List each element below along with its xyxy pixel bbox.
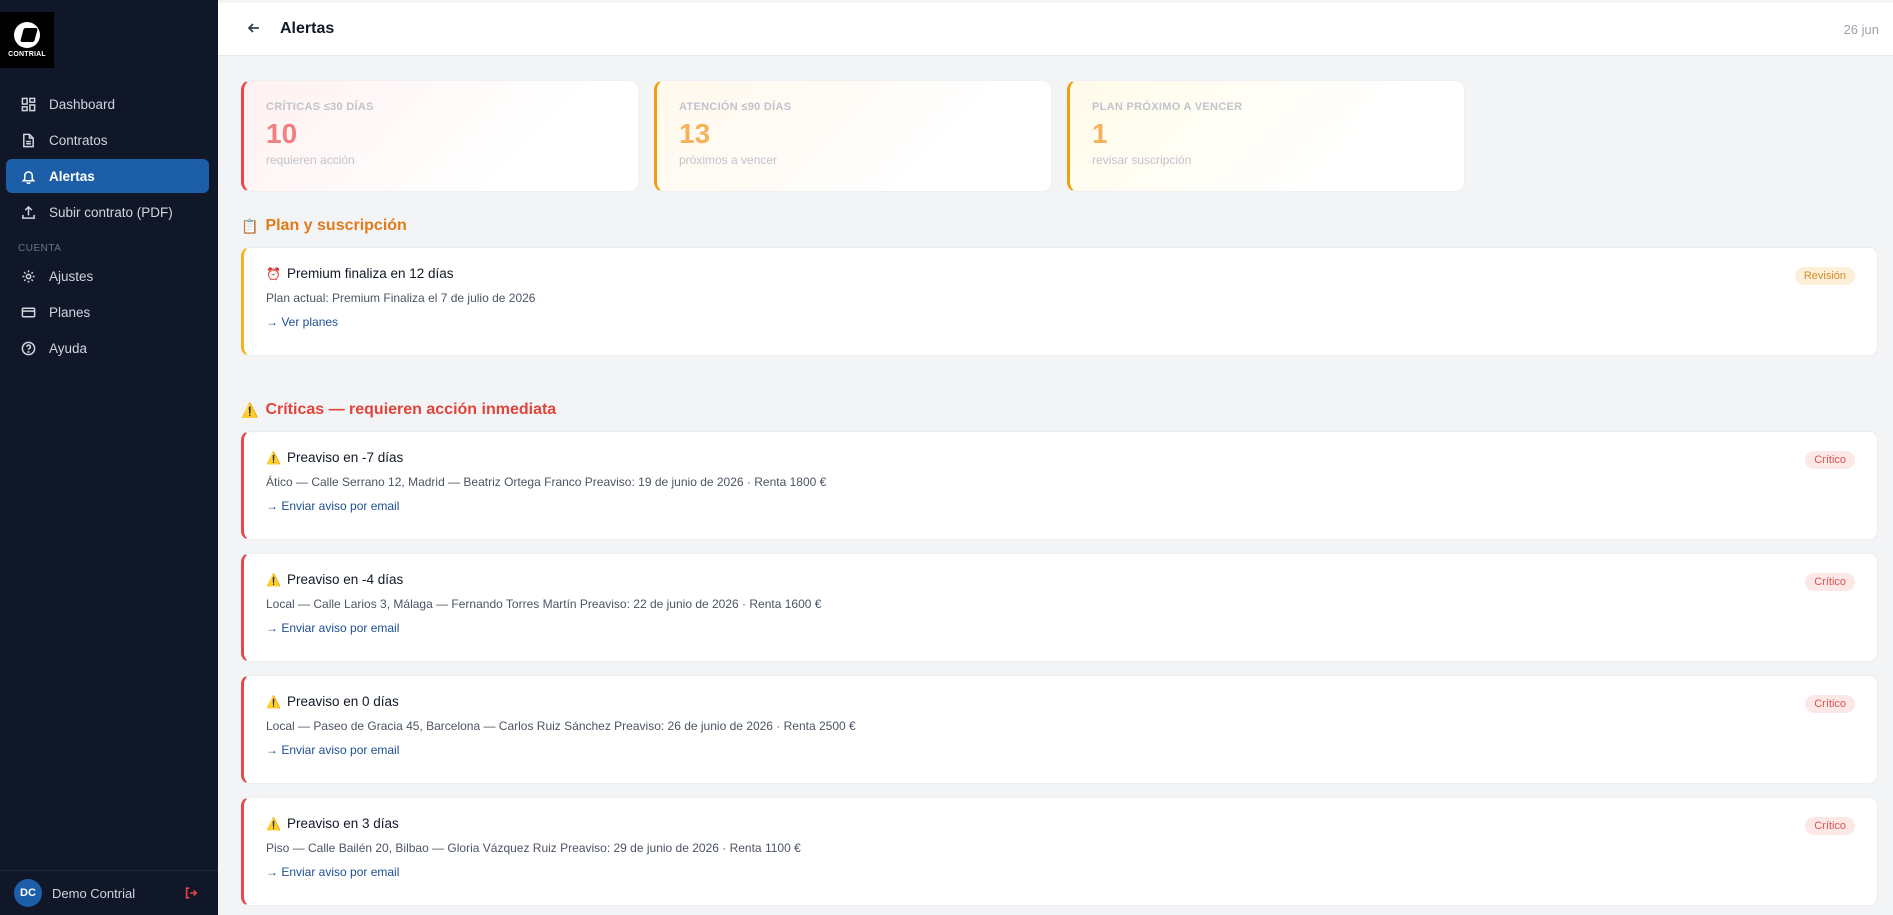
bell-icon	[20, 168, 36, 184]
card-title-text: Preaviso en -4 días	[286, 572, 404, 587]
card-icon	[20, 304, 36, 320]
card-title-text: Preaviso en 3 días	[286, 816, 399, 831]
stat-card-criticas: CRÍTICAS ≤30 DÍAS 10 requieren acción	[241, 80, 639, 192]
status-badge: Crítico	[1805, 695, 1855, 713]
back-arrow-icon[interactable]	[246, 20, 264, 38]
warning-icon: ⚠️	[266, 572, 281, 587]
document-icon	[20, 132, 36, 148]
sidebar-section-label: CUENTA	[18, 243, 62, 254]
sidebar-item-label: Dashboard	[49, 96, 116, 112]
sidebar-item-label: Planes	[49, 304, 91, 320]
card-title: ⚠️ Preaviso en -4 días	[266, 572, 1855, 587]
stat-subtitle: revisar suscripción	[1092, 153, 1192, 167]
main-content: CRÍTICAS ≤30 DÍAS 10 requieren acción AT…	[241, 80, 1878, 906]
warning-icon: ⚠️	[241, 401, 259, 418]
gear-icon	[20, 268, 36, 284]
logo-text: CONTRIAL	[8, 51, 46, 58]
stat-card-plan: PLAN PRÓXIMO A VENCER 1 revisar suscripc…	[1067, 80, 1465, 192]
logo-mark-icon	[14, 22, 40, 48]
card-title-text: Premium finaliza en 12 días	[286, 266, 454, 281]
card-description: Local — Paseo de Gracia 45, Barcelona — …	[266, 719, 856, 733]
plan-section-title: 📋 Plan y suscripción	[241, 217, 1878, 235]
status-badge: Crítico	[1805, 817, 1855, 835]
status-badge: Crítico	[1805, 451, 1855, 469]
enviar-aviso-link[interactable]: → Enviar aviso por email	[266, 499, 399, 513]
status-badge: Revisión	[1794, 267, 1855, 285]
critical-alert-card: ⚠️ Preaviso en -7 días Ático — Calle Ser…	[241, 431, 1878, 540]
stat-label: CRÍTICAS ≤30 DÍAS	[266, 101, 374, 113]
enviar-aviso-link[interactable]: → Enviar aviso por email	[266, 621, 399, 635]
card-title: ⚠️ Preaviso en 0 días	[266, 694, 1855, 709]
sidebar-item-label: Contratos	[49, 132, 108, 148]
stat-subtitle: próximos a vencer	[679, 153, 778, 167]
sidebar-item-dashboard[interactable]: Dashboard	[6, 87, 209, 121]
warning-icon: ⚠️	[266, 694, 281, 709]
enviar-aviso-link[interactable]: → Enviar aviso por email	[266, 743, 399, 757]
sidebar-item-label: Subir contrato (PDF)	[49, 204, 173, 220]
enviar-aviso-link[interactable]: → Enviar aviso por email	[266, 865, 399, 879]
contrial-logo[interactable]: CONTRIAL	[0, 12, 54, 68]
warning-icon: ⚠️	[266, 816, 281, 831]
stat-value: 1	[1092, 118, 1108, 149]
critical-section-title: ⚠️ Críticas — requieren acción inmediata	[241, 401, 1878, 419]
critical-alert-card: ⚠️ Preaviso en -4 días Local — Calle Lar…	[241, 553, 1878, 662]
header-date: 26 jun	[1843, 21, 1879, 37]
plan-alert-card: ⏰ Premium finaliza en 12 días Plan actua…	[241, 247, 1878, 356]
sidebar-item-label: Ayuda	[49, 340, 88, 356]
sidebar-item-ayuda[interactable]: Ayuda	[6, 331, 209, 365]
card-title: ⚠️ Preaviso en 3 días	[266, 816, 1855, 831]
stats-row: CRÍTICAS ≤30 DÍAS 10 requieren acción AT…	[241, 80, 1878, 192]
top-header: Alertas 26 jun	[218, 3, 1893, 56]
sidebar-item-subir-contrato[interactable]: Subir contrato (PDF)	[6, 195, 209, 229]
stat-label: ATENCIÓN ≤90 DÍAS	[679, 101, 792, 113]
clipboard-icon: 📋	[241, 217, 259, 234]
sidebar-item-contratos[interactable]: Contratos	[6, 123, 209, 157]
card-description: Ático — Calle Serrano 12, Madrid — Beatr…	[266, 475, 827, 489]
critical-alert-card: ⚠️ Preaviso en 3 días Piso — Calle Bailé…	[241, 797, 1878, 906]
card-description: Local — Calle Larios 3, Málaga — Fernand…	[266, 597, 822, 611]
section-title-text: Plan y suscripción	[265, 217, 407, 234]
page-title: Alertas	[280, 20, 335, 37]
sidebar-item-label: Alertas	[49, 168, 95, 184]
sidebar-item-alertas[interactable]: Alertas	[6, 159, 209, 193]
card-title: ⚠️ Preaviso en -7 días	[266, 450, 1855, 465]
grid-icon	[20, 96, 36, 112]
card-description: Plan actual: Premium Finaliza el 7 de ju…	[266, 291, 536, 305]
help-icon	[20, 340, 36, 356]
card-description: Piso — Calle Bailén 20, Bilbao — Gloria …	[266, 841, 801, 855]
card-title-text: Preaviso en 0 días	[286, 694, 399, 709]
sidebar-item-planes[interactable]: Planes	[6, 295, 209, 329]
stat-value: 10	[266, 118, 298, 149]
sidebar-nav: Dashboard Contratos Alertas Subir contra…	[6, 87, 209, 367]
status-badge: Crítico	[1805, 573, 1855, 591]
sidebar-item-ajustes[interactable]: Ajustes	[6, 259, 209, 293]
avatar[interactable]: DC	[14, 879, 42, 907]
sidebar: CONTRIAL Dashboard Contratos Alertas Sub…	[0, 0, 218, 915]
card-title: ⏰ Premium finaliza en 12 días	[266, 266, 1855, 281]
sidebar-item-label: Ajustes	[49, 268, 94, 284]
user-name: Demo Contrial	[52, 885, 136, 901]
upload-icon	[20, 204, 36, 220]
warning-icon: ⚠️	[266, 450, 281, 465]
stat-subtitle: requieren acción	[266, 153, 355, 167]
user-footer: DC Demo Contrial	[0, 870, 218, 915]
logout-icon[interactable]	[184, 886, 198, 900]
critical-alert-card: ⚠️ Preaviso en 0 días Local — Paseo de G…	[241, 675, 1878, 784]
ver-planes-link[interactable]: → Ver planes	[266, 315, 338, 329]
alarm-clock-icon: ⏰	[266, 266, 281, 281]
stat-value: 13	[679, 118, 711, 149]
stat-label: PLAN PRÓXIMO A VENCER	[1092, 101, 1243, 113]
stat-card-atencion: ATENCIÓN ≤90 DÍAS 13 próximos a vencer	[654, 80, 1052, 192]
section-title-text: Críticas — requieren acción inmediata	[265, 401, 557, 418]
card-title-text: Preaviso en -7 días	[286, 450, 404, 465]
